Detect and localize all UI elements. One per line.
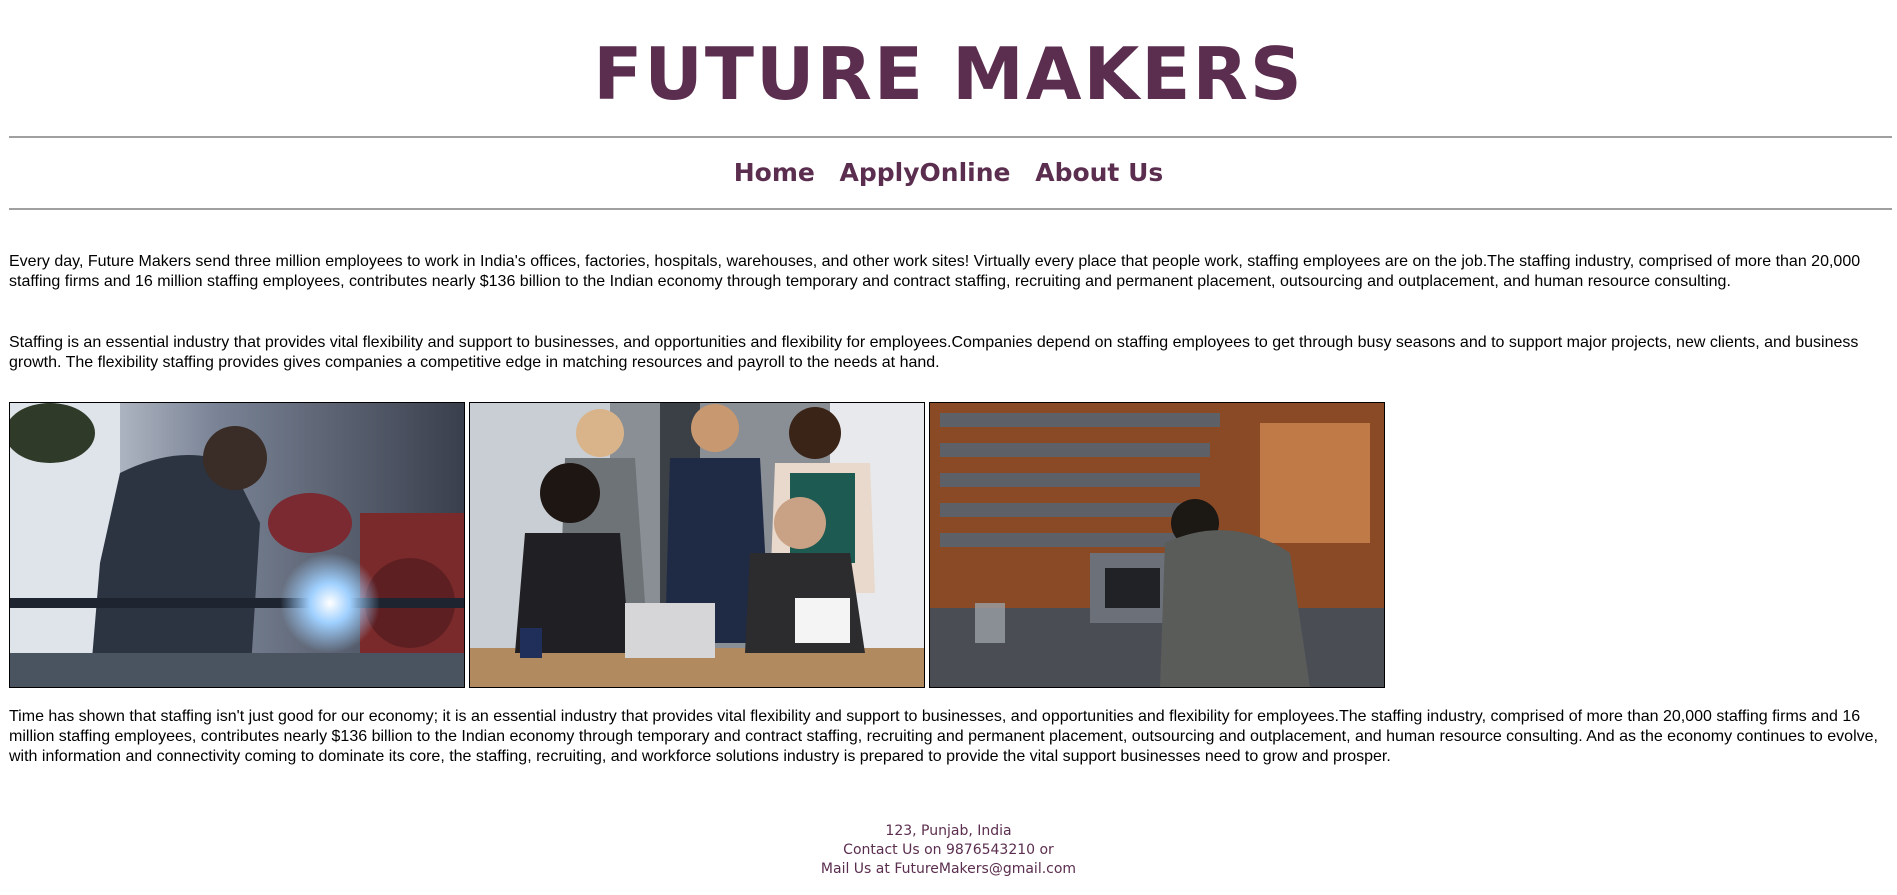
- nav-apply-online-link[interactable]: ApplyOnline: [840, 158, 1011, 187]
- site-footer: 123, Punjab, India Contact Us on 9876543…: [0, 822, 1897, 879]
- footer-contact: Contact Us on 9876543210 or: [843, 842, 1054, 858]
- site-title: FUTURE MAKERS: [593, 32, 1304, 116]
- footer-address: 123, Punjab, India: [885, 823, 1012, 839]
- photo-gallery: [9, 402, 1385, 688]
- main-nav: Home ApplyOnline About Us: [0, 156, 1897, 190]
- office-team-photo: [469, 402, 925, 688]
- footer-mail: Mail Us at FutureMakers@gmail.com: [820, 861, 1077, 877]
- welder-photo: [9, 402, 465, 688]
- nav-home-link[interactable]: Home: [734, 158, 815, 187]
- nav-divider: [9, 208, 1892, 210]
- header-divider: [9, 136, 1892, 138]
- intro-paragraph: Every day, Future Makers send three mill…: [9, 253, 1861, 290]
- nav-about-us-link[interactable]: About Us: [1035, 158, 1163, 187]
- economy-paragraph: Time has shown that staffing isn't just …: [9, 708, 1878, 765]
- staffing-paragraph: Staffing is an essential industry that p…: [9, 334, 1859, 371]
- workshop-photo: [929, 402, 1385, 688]
